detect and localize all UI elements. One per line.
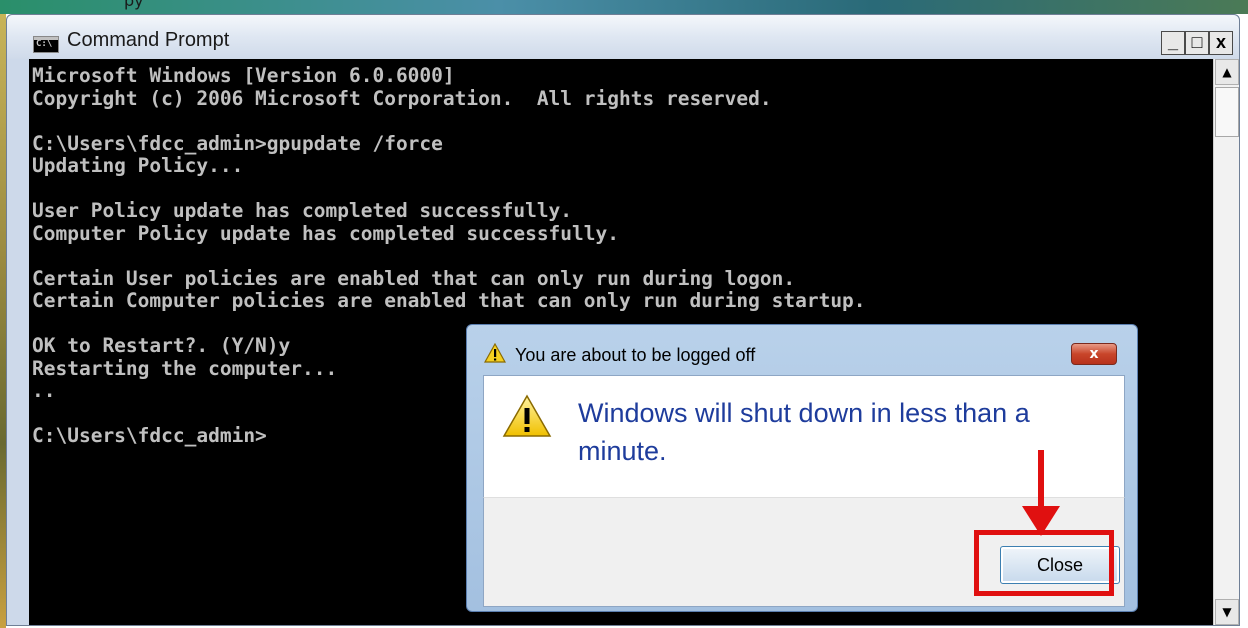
background-text: py xyxy=(124,0,144,10)
highlight-box xyxy=(974,530,1114,596)
command-prompt-icon: C:\ xyxy=(33,36,59,53)
dialog-close-icon[interactable]: x xyxy=(1071,343,1117,365)
dialog-title: You are about to be logged off xyxy=(515,345,756,365)
desktop-background-strip xyxy=(0,0,1248,14)
scroll-thumb[interactable] xyxy=(1215,87,1239,137)
warning-icon xyxy=(484,343,506,363)
window-titlebar[interactable]: C:\ Command Prompt _ □ x xyxy=(7,15,1239,59)
scroll-down-button[interactable]: ▼ xyxy=(1215,599,1239,625)
window-title: Command Prompt xyxy=(67,29,230,51)
maximize-button[interactable]: □ xyxy=(1185,31,1209,55)
vertical-scrollbar[interactable]: ▲ ▼ xyxy=(1213,59,1239,625)
minimize-button[interactable]: _ xyxy=(1161,31,1185,55)
warning-icon xyxy=(502,394,552,437)
red-arrow-icon xyxy=(1022,450,1060,536)
scroll-up-button[interactable]: ▲ xyxy=(1215,59,1239,85)
close-button[interactable]: x xyxy=(1209,31,1233,55)
